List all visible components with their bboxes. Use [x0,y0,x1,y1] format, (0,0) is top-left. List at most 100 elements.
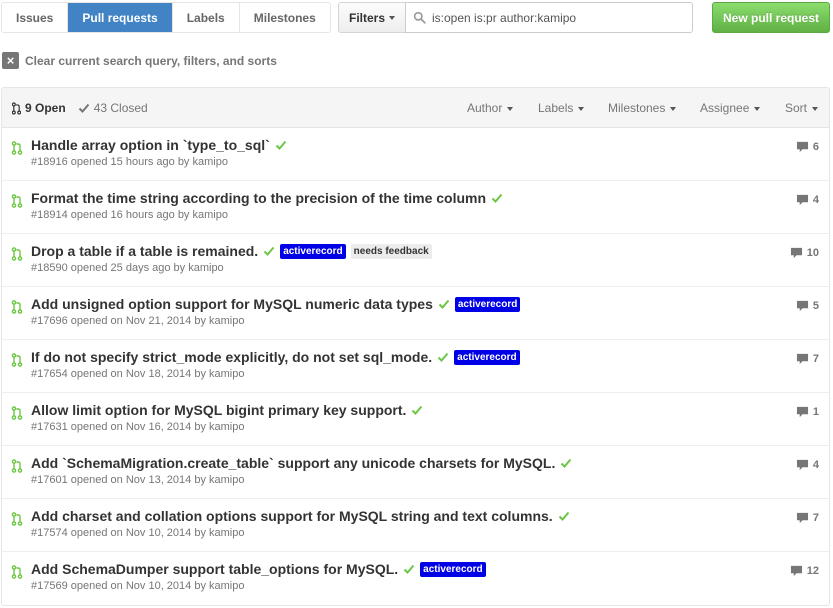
chevron-down-icon [812,106,819,111]
comment-count: 7 [812,353,819,365]
subnav-tabs: Issues Pull requests Labels Milestones [1,2,331,33]
milestones-filter[interactable]: Milestones [608,88,677,128]
pull-request-icon [12,101,21,115]
pr-author-link[interactable]: kamipo [188,262,223,274]
comment-icon [790,247,802,259]
pr-meta: #17654 opened on Nov 18, 2014 by kamipo [31,368,244,380]
pull-request-list: 9 Open 43 Closed Author Labels Milestone… [1,87,830,606]
list-header: 9 Open 43 Closed Author Labels Milestone… [2,88,829,128]
tab-labels[interactable]: Labels [173,3,240,32]
status-success-icon[interactable] [558,510,570,522]
pr-title-link[interactable]: Drop a table if a table is remained. [31,243,258,259]
author-filter[interactable]: Author [467,88,514,128]
pr-title-link[interactable]: Add charset and collation options suppor… [31,508,553,524]
pull-request-icon [11,459,23,473]
status-success-icon[interactable] [403,563,415,575]
pr-author-link[interactable]: kamipo [209,315,244,327]
comments-link[interactable]: 5 [796,300,819,312]
comments-link[interactable]: 4 [796,194,819,206]
status-success-icon[interactable] [411,404,423,416]
pr-meta: #17574 opened on Nov 10, 2014 by kamipo [31,527,244,539]
pr-title-line: Handle array option in `type_to_sql` [31,137,287,153]
pr-author-link[interactable]: kamipo [193,209,228,221]
status-success-icon[interactable] [438,298,450,310]
pull-request-icon [11,247,23,261]
pr-meta: #17569 opened on Nov 10, 2014 by kamipo [31,580,244,592]
label-badge[interactable]: needs feedback [350,243,432,259]
pr-title-link[interactable]: Handle array option in `type_to_sql` [31,137,270,153]
comments-link[interactable]: 7 [796,353,819,365]
pull-request-icon [11,512,23,526]
closed-state-link[interactable]: 43 Closed [78,101,148,115]
pr-author-link[interactable]: kamipo [193,156,228,168]
comments-link[interactable]: 7 [796,512,819,524]
labels-filter[interactable]: Labels [538,88,585,128]
chevron-down-icon [389,16,395,20]
pr-title-link[interactable]: If do not specify strict_mode explicitly… [31,349,432,365]
open-state-link[interactable]: 9 Open [12,101,66,115]
pr-title-link[interactable]: Add unsigned option support for MySQL nu… [31,296,433,312]
assignee-filter[interactable]: Assignee [700,88,761,128]
status-success-icon[interactable] [263,245,275,257]
pr-author-link[interactable]: kamipo [209,527,244,539]
clear-filters-link[interactable]: × Clear current search query, filters, a… [2,52,277,69]
comment-count: 6 [812,141,819,153]
pull-request-icon [11,565,23,579]
pr-number: #18916 [31,156,68,168]
pr-title-line: Add charset and collation options suppor… [31,508,570,524]
search-box[interactable] [405,2,693,33]
label-badge[interactable]: activerecord [420,561,486,577]
sort-filter[interactable]: Sort [785,88,819,128]
tab-pull-requests[interactable]: Pull requests [68,3,173,32]
pr-author-link[interactable]: kamipo [209,580,244,592]
status-success-icon[interactable] [491,192,503,204]
pr-title-link[interactable]: Format the time string according to the … [31,190,486,206]
pr-meta: #17696 opened on Nov 21, 2014 by kamipo [31,315,244,327]
comments-link[interactable]: 4 [796,459,819,471]
pr-meta: #17631 opened on Nov 16, 2014 by kamipo [31,421,244,433]
pr-opened-text: opened on Nov 10, 2014 by [70,527,206,539]
pr-number: #17601 [31,474,68,486]
state-toggles: 9 Open 43 Closed [12,88,148,128]
pr-title-link[interactable]: Allow limit option for MySQL bigint prim… [31,402,406,418]
status-success-icon[interactable] [560,457,572,469]
label-badge[interactable]: activerecord [280,243,346,259]
milestones-filter-label: Milestones [608,101,666,115]
search-input[interactable] [432,10,682,25]
status-success-icon[interactable] [275,139,287,151]
pr-author-link[interactable]: kamipo [209,421,244,433]
comment-count: 7 [812,512,819,524]
table-row: Add SchemaDumper support table_options f… [2,552,829,605]
comment-icon [796,406,808,418]
filters-button[interactable]: Filters [338,2,406,33]
label-badge[interactable]: activerecord [454,296,521,312]
new-pull-request-button[interactable]: New pull request [712,2,830,33]
status-success-icon[interactable] [437,351,449,363]
comments-link[interactable]: 12 [790,565,819,577]
pr-title-line: If do not specify strict_mode explicitly… [31,349,520,365]
chevron-down-icon [670,106,677,111]
pr-title-link[interactable]: Add SchemaDumper support table_options f… [31,561,398,577]
label-badge[interactable]: activerecord [454,349,520,365]
pr-author-link[interactable]: kamipo [209,474,244,486]
labels-filter-label: Labels [538,101,574,115]
comments-link[interactable]: 1 [796,406,819,418]
table-row: Handle array option in `type_to_sql` #189… [2,128,829,181]
pull-request-rows: Handle array option in `type_to_sql` #189… [2,128,829,605]
pr-number: #17654 [31,368,68,380]
tab-milestones[interactable]: Milestones [240,3,330,32]
pull-request-icon [11,141,23,155]
table-row: Allow limit option for MySQL bigint prim… [2,393,829,446]
pr-meta: #17601 opened on Nov 13, 2014 by kamipo [31,474,244,486]
pr-title-link[interactable]: Add `SchemaMigration.create_table` suppo… [31,455,555,471]
table-row: Add `SchemaMigration.create_table` suppo… [2,446,829,499]
comment-icon [796,353,808,365]
tab-issues[interactable]: Issues [2,3,69,32]
pr-opened-text: opened on Nov 21, 2014 by [70,315,206,327]
pr-author-link[interactable]: kamipo [209,368,244,380]
comments-link[interactable]: 6 [796,141,819,153]
pr-meta: #18590 opened 25 days ago by kamipo [31,262,224,274]
comments-link[interactable]: 10 [790,247,819,259]
pr-opened-text: opened on Nov 18, 2014 by [70,368,206,380]
pull-request-icon [11,194,23,208]
